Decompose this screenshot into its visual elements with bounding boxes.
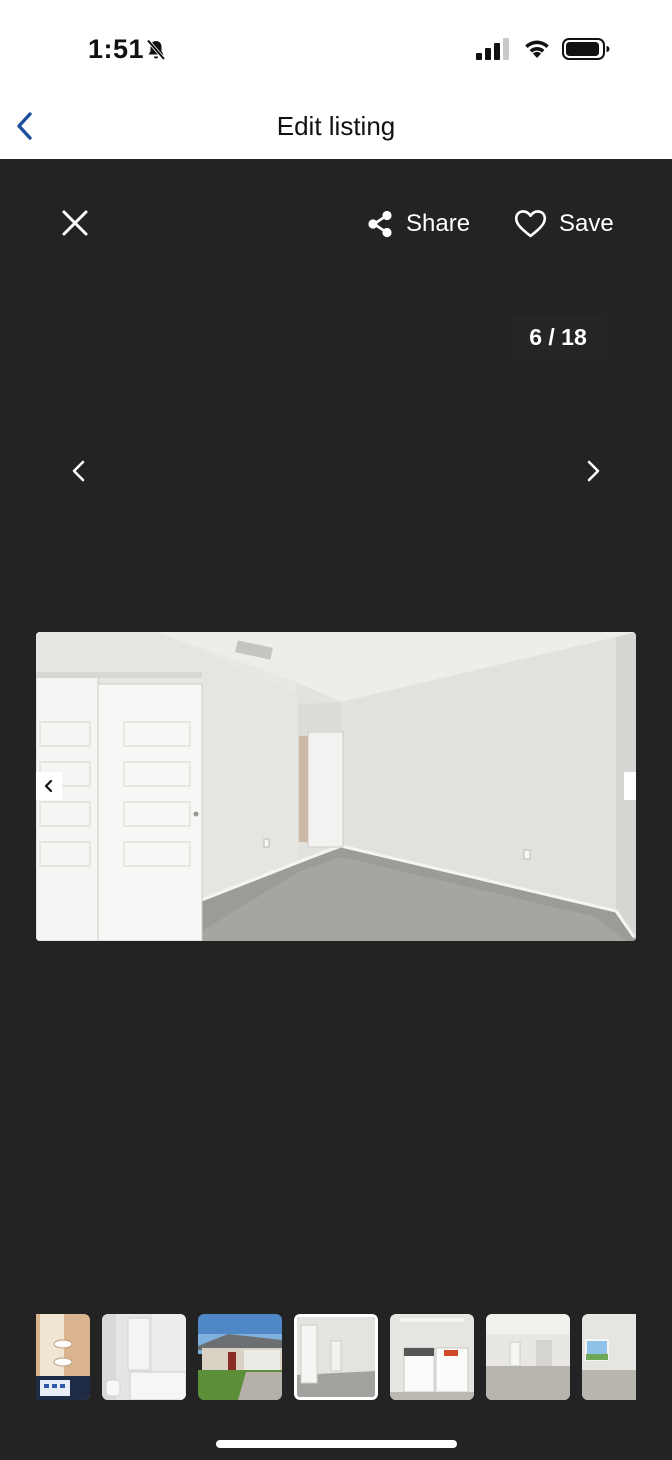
share-icon: [368, 210, 392, 238]
bedroom-photo-image: [36, 632, 636, 941]
status-time: 1:51: [88, 34, 145, 64]
thumbnail-3[interactable]: [198, 1314, 282, 1400]
listing-photo[interactable]: [36, 632, 636, 941]
thumbnail-image: [297, 1317, 375, 1397]
thumbnail-strip[interactable]: [36, 1314, 636, 1400]
thumbnail-image: [390, 1314, 474, 1400]
cellular-signal-icon: [476, 38, 509, 60]
thumbnail-4-active[interactable]: [294, 1314, 378, 1400]
next-photo-icon[interactable]: [580, 456, 606, 486]
wifi-icon: [525, 40, 549, 58]
photo-next-button[interactable]: [624, 772, 636, 800]
page-title: Edit listing: [276, 111, 396, 141]
thumbnail-image: [582, 1314, 636, 1400]
close-icon[interactable]: [60, 208, 90, 238]
photo-counter: 6 / 18: [510, 316, 606, 358]
save-button[interactable]: Save: [514, 206, 614, 242]
heart-icon: [514, 210, 547, 238]
home-indicator: [216, 1440, 457, 1448]
thumbnail-image: [486, 1314, 570, 1400]
chevron-left-icon: [44, 779, 53, 793]
previous-photo-icon[interactable]: [66, 456, 92, 486]
save-label: Save: [559, 210, 614, 237]
thumbnail-7[interactable]: [582, 1314, 636, 1400]
thumbnail-5[interactable]: [390, 1314, 474, 1400]
share-label: Share: [406, 210, 471, 237]
thumbnail-2[interactable]: [102, 1314, 186, 1400]
thumbnail-image: [36, 1314, 90, 1400]
thumbnail-6[interactable]: [486, 1314, 570, 1400]
thumbnail-1[interactable]: [36, 1314, 90, 1400]
thumbnail-image: [102, 1314, 186, 1400]
photo-prev-button[interactable]: [36, 772, 62, 800]
bell-muted-icon: [146, 39, 166, 61]
thumbnail-image: [198, 1314, 282, 1400]
app-header: 1:51 Edit listing: [0, 0, 672, 159]
share-button[interactable]: Share: [366, 206, 470, 242]
battery-icon: [562, 38, 610, 60]
